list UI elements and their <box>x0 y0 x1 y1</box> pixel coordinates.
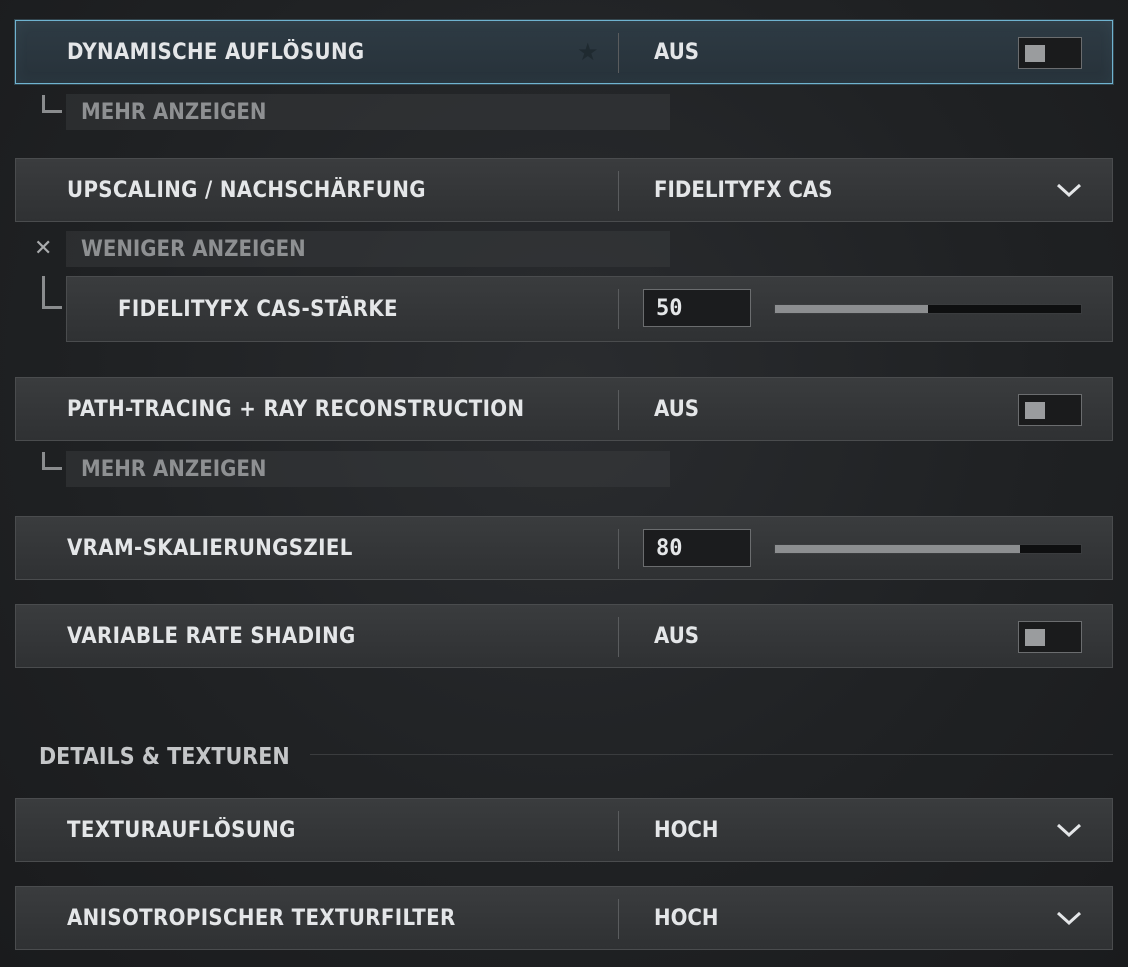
setting-value: FIDELITYFX CAS <box>654 177 833 203</box>
toggle-knob <box>1025 629 1045 646</box>
divider <box>618 171 619 211</box>
setting-value: AUS <box>654 39 700 65</box>
show-less-button[interactable]: WENIGER ANZEIGEN <box>66 231 670 267</box>
chevron-down-icon[interactable] <box>1056 909 1082 927</box>
setting-value: AUS <box>654 623 700 649</box>
setting-label: FIDELITYFX CAS-STÄRKE <box>118 296 398 322</box>
setting-label: ANISOTROPISCHER TEXTURFILTER <box>67 905 456 931</box>
setting-row-upscaling[interactable]: UPSCALING / NACHSCHÄRFUNG FIDELITYFX CAS <box>15 158 1113 222</box>
show-more-button[interactable]: MEHR ANZEIGEN <box>66 451 670 487</box>
slider-fill <box>775 545 1020 553</box>
chevron-down-icon[interactable] <box>1056 821 1082 839</box>
setting-value: AUS <box>654 396 700 422</box>
section-title: DETAILS & TEXTUREN <box>39 744 290 770</box>
show-more-button[interactable]: MEHR ANZEIGEN <box>66 94 670 130</box>
section-divider <box>310 754 1113 755</box>
setting-row-dynamic-resolution[interactable]: DYNAMISCHE AUFLÖSUNG ★ AUS <box>15 20 1113 84</box>
value-input[interactable]: 80 <box>643 529 751 567</box>
setting-row-cas-strength[interactable]: FIDELITYFX CAS-STÄRKE 50 <box>66 276 1113 342</box>
setting-label: TEXTURAUFLÖSUNG <box>67 817 296 843</box>
setting-row-path-tracing[interactable]: PATH-TRACING + RAY RECONSTRUCTION AUS <box>15 377 1113 441</box>
divider <box>618 811 619 851</box>
chevron-down-icon[interactable] <box>1056 181 1082 199</box>
setting-value: HOCH <box>654 905 719 931</box>
setting-row-vrs[interactable]: VARIABLE RATE SHADING AUS <box>15 604 1113 668</box>
setting-label: DYNAMISCHE AUFLÖSUNG <box>67 39 365 65</box>
setting-label: UPSCALING / NACHSCHÄRFUNG <box>67 177 426 203</box>
toggle-knob <box>1025 402 1045 419</box>
divider <box>618 390 619 430</box>
setting-row-vram-target[interactable]: VRAM-SKALIERUNGSZIEL 80 <box>15 516 1113 580</box>
setting-label: VRAM-SKALIERUNGSZIEL <box>67 535 353 561</box>
tree-connector <box>42 95 62 113</box>
setting-row-texture-resolution[interactable]: TEXTURAUFLÖSUNG HOCH <box>15 798 1113 862</box>
toggle-knob <box>1025 45 1045 62</box>
star-icon[interactable]: ★ <box>577 21 599 83</box>
setting-row-aniso-filter[interactable]: ANISOTROPISCHER TEXTURFILTER HOCH <box>15 886 1113 950</box>
toggle-switch[interactable] <box>1018 37 1082 69</box>
toggle-switch[interactable] <box>1018 621 1082 653</box>
tree-connector <box>42 452 62 470</box>
slider-track[interactable] <box>774 304 1082 314</box>
divider <box>618 289 619 329</box>
show-more-label: MEHR ANZEIGEN <box>81 99 267 125</box>
divider <box>618 33 619 73</box>
setting-value: HOCH <box>654 817 719 843</box>
close-icon[interactable]: ✕ <box>34 236 52 261</box>
slider-track[interactable] <box>774 544 1082 554</box>
tree-connector <box>42 276 62 309</box>
toggle-switch[interactable] <box>1018 394 1082 426</box>
setting-label: PATH-TRACING + RAY RECONSTRUCTION <box>67 396 525 422</box>
setting-label: VARIABLE RATE SHADING <box>67 623 356 649</box>
divider <box>618 617 619 657</box>
value-input[interactable]: 50 <box>643 289 751 327</box>
divider <box>618 899 619 939</box>
divider <box>618 529 619 569</box>
slider-fill <box>775 305 928 313</box>
show-less-label: WENIGER ANZEIGEN <box>81 236 306 262</box>
show-more-label: MEHR ANZEIGEN <box>81 456 267 482</box>
